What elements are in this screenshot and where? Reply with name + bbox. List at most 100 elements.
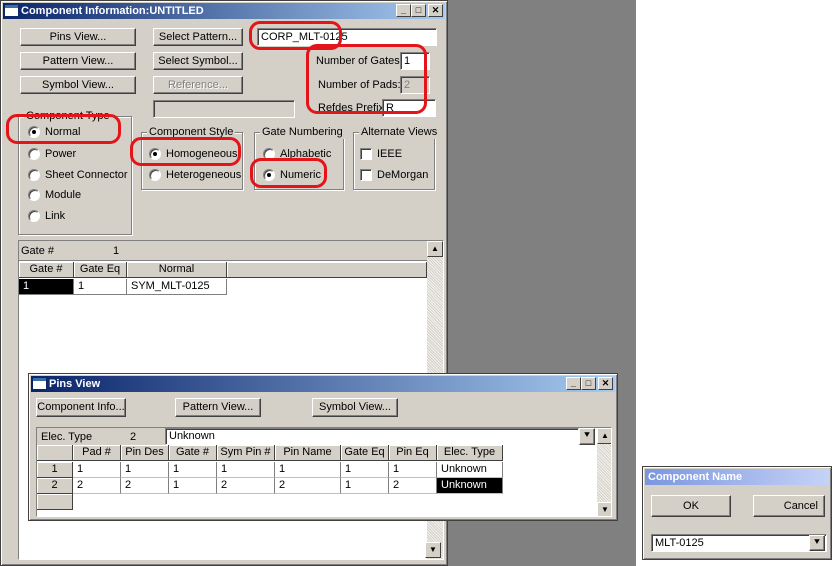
component-info-button[interactable]: Component Info... — [36, 398, 126, 417]
pins-grid-cell[interactable]: 2 — [73, 478, 121, 494]
radio-numeric[interactable]: Numeric — [263, 168, 321, 182]
radio-link-label: Link — [45, 210, 66, 222]
pins-window-title: Pins View — [49, 378, 101, 390]
pins-pattern-view-button[interactable]: Pattern View... — [175, 398, 261, 417]
pins-grid-header[interactable]: Elec. Type — [437, 445, 503, 461]
pins-grid-header[interactable] — [37, 445, 73, 461]
maximize-button[interactable]: □ — [411, 4, 426, 17]
select-symbol-button[interactable]: Select Symbol... — [153, 52, 243, 70]
maximize-button[interactable]: □ — [581, 377, 596, 390]
name-dialog-title: Component Name — [648, 471, 743, 483]
pins-grid-cell[interactable]: 1 — [217, 462, 275, 478]
pins-grid-cell[interactable]: 1 — [121, 462, 169, 478]
elec-type-dropdown[interactable]: Unknown — [165, 428, 579, 445]
pattern-view-button[interactable]: Pattern View... — [20, 52, 136, 70]
scroll-down-icon[interactable]: ▼ — [597, 502, 611, 516]
gate-grid-cell[interactable]: 1 — [74, 279, 127, 295]
close-button[interactable]: ✕ — [598, 377, 613, 390]
pins-grid-scrollbar[interactable]: ▲ ▼ — [597, 428, 611, 516]
gate-grid-header[interactable]: Gate Eq — [74, 262, 127, 278]
radio-homogeneous[interactable]: Homogeneous — [149, 147, 238, 161]
alternate-views-title: Alternate Views — [359, 125, 440, 139]
radio-alphabetic[interactable]: Alphabetic — [263, 147, 331, 161]
gate-edit-value[interactable]: 1 — [113, 244, 119, 258]
radio-link[interactable]: Link — [28, 209, 65, 223]
pins-grid-cell[interactable]: 1 — [341, 462, 389, 478]
pins-grid-header[interactable]: Sym Pin # — [217, 445, 275, 461]
pins-grid-cell[interactable]: 1 — [389, 462, 437, 478]
radio-homogeneous-label: Homogeneous — [166, 148, 238, 160]
gate-grid-cell[interactable]: SYM_MLT-0125 — [127, 279, 227, 295]
pins-row-header[interactable]: 1 — [37, 462, 73, 478]
pins-grid-cell[interactable]: 2 — [121, 478, 169, 494]
pins-grid-header[interactable]: Pin Name — [275, 445, 341, 461]
pins-grid-cell[interactable]: 1 — [73, 462, 121, 478]
select-pattern-button[interactable]: Select Pattern... — [153, 28, 243, 46]
pattern-name-field[interactable]: CORP_MLT-0125 — [257, 28, 437, 46]
symbol-view-button[interactable]: Symbol View... — [20, 76, 136, 94]
pins-grid-cell[interactable]: 1 — [275, 462, 341, 478]
gate-edit-bar — [19, 241, 427, 261]
number-of-gates-field[interactable]: 1 — [400, 52, 430, 70]
window-app-icon — [33, 378, 46, 389]
pins-grid-cell[interactable]: 1 — [169, 462, 217, 478]
name-dialog-titlebar[interactable]: Component Name — [645, 469, 829, 485]
component-name-combobox[interactable]: MLT-0125 — [651, 534, 827, 552]
refdes-prefix-label: Refdes Prefix: — [318, 102, 388, 114]
pins-symbol-view-button[interactable]: Symbol View... — [312, 398, 398, 417]
pins-grid-header[interactable]: Gate # — [169, 445, 217, 461]
dropdown-arrow-icon[interactable]: ⯆ — [579, 428, 595, 445]
pins-grid-cell[interactable]: 1 — [169, 478, 217, 494]
gate-grid-cell[interactable]: 1 — [19, 279, 74, 295]
scroll-up-icon[interactable]: ▲ — [597, 428, 611, 444]
dropdown-arrow-icon[interactable]: ⯆ — [809, 535, 825, 551]
main-titlebar[interactable]: Component Information:UNTITLED _ □ ✕ — [3, 3, 445, 19]
cancel-button[interactable]: Cancel — [753, 495, 825, 517]
gate-grid-header[interactable]: Gate # — [19, 262, 74, 278]
number-of-gates-label: Number of Gates: — [316, 55, 403, 67]
minimize-button[interactable]: _ — [396, 4, 411, 17]
pins-grid-header[interactable]: Pin Eq — [389, 445, 437, 461]
gate-grid-header[interactable]: Normal — [127, 262, 227, 278]
checkbox-ieee[interactable]: IEEE — [360, 147, 402, 161]
gate-numbering-title: Gate Numbering — [260, 125, 345, 139]
pins-grid-cell[interactable]: Unknown — [437, 462, 503, 478]
pins-grid-header[interactable]: Pad # — [73, 445, 121, 461]
radio-dot-icon — [28, 126, 40, 138]
radio-power[interactable]: Power — [28, 147, 76, 161]
pins-grid-cell[interactable]: Unknown — [437, 478, 503, 494]
checkbox-demorgan-label: DeMorgan — [377, 169, 429, 181]
scroll-up-icon[interactable]: ▲ — [427, 241, 443, 257]
pins-grid-header[interactable]: Gate Eq — [341, 445, 389, 461]
radio-dot-icon — [263, 169, 275, 181]
checkbox-ieee-label: IEEE — [377, 148, 403, 160]
main-window-title: Component Information:UNTITLED — [21, 5, 204, 17]
pins-titlebar[interactable]: Pins View _ □ ✕ — [31, 376, 615, 392]
pins-grid[interactable]: Elec. Type 2 Unknown ⯆ Pad # Pin Des Gate … — [36, 427, 612, 517]
reference-button: Reference... — [153, 76, 243, 94]
ok-button[interactable]: OK — [651, 495, 731, 517]
checkbox-icon — [360, 148, 372, 160]
radio-normal-label: Normal — [45, 126, 81, 138]
minimize-button[interactable]: _ — [566, 377, 581, 390]
refdes-prefix-field[interactable]: R — [382, 99, 436, 117]
pins-row-header[interactable]: 2 — [37, 478, 73, 494]
pins-view-button[interactable]: Pins View... — [20, 28, 136, 46]
radio-heterogeneous[interactable]: Heterogeneous — [149, 168, 241, 182]
radio-module[interactable]: Module — [28, 188, 81, 202]
radio-normal[interactable]: Normal — [28, 125, 80, 139]
gate-edit-label: Gate # — [21, 245, 55, 257]
pins-grid-cell[interactable]: 2 — [275, 478, 341, 494]
pins-grid-cell[interactable]: 1 — [341, 478, 389, 494]
pins-grid-cell[interactable]: 2 — [217, 478, 275, 494]
checkbox-demorgan[interactable]: DeMorgan — [360, 168, 428, 182]
radio-module-label: Module — [45, 189, 82, 201]
pins-grid-header[interactable]: Pin Des — [121, 445, 169, 461]
radio-numeric-label: Numeric — [280, 169, 321, 181]
pins-view-window: Pins View _ □ ✕ Component Info... Patter… — [28, 373, 618, 521]
checkbox-icon — [360, 169, 372, 181]
scroll-down-icon[interactable]: ▼ — [425, 542, 441, 558]
radio-sheet-connector[interactable]: Sheet Connector — [28, 168, 128, 182]
close-button[interactable]: ✕ — [428, 4, 443, 17]
pins-grid-cell[interactable]: 2 — [389, 478, 437, 494]
